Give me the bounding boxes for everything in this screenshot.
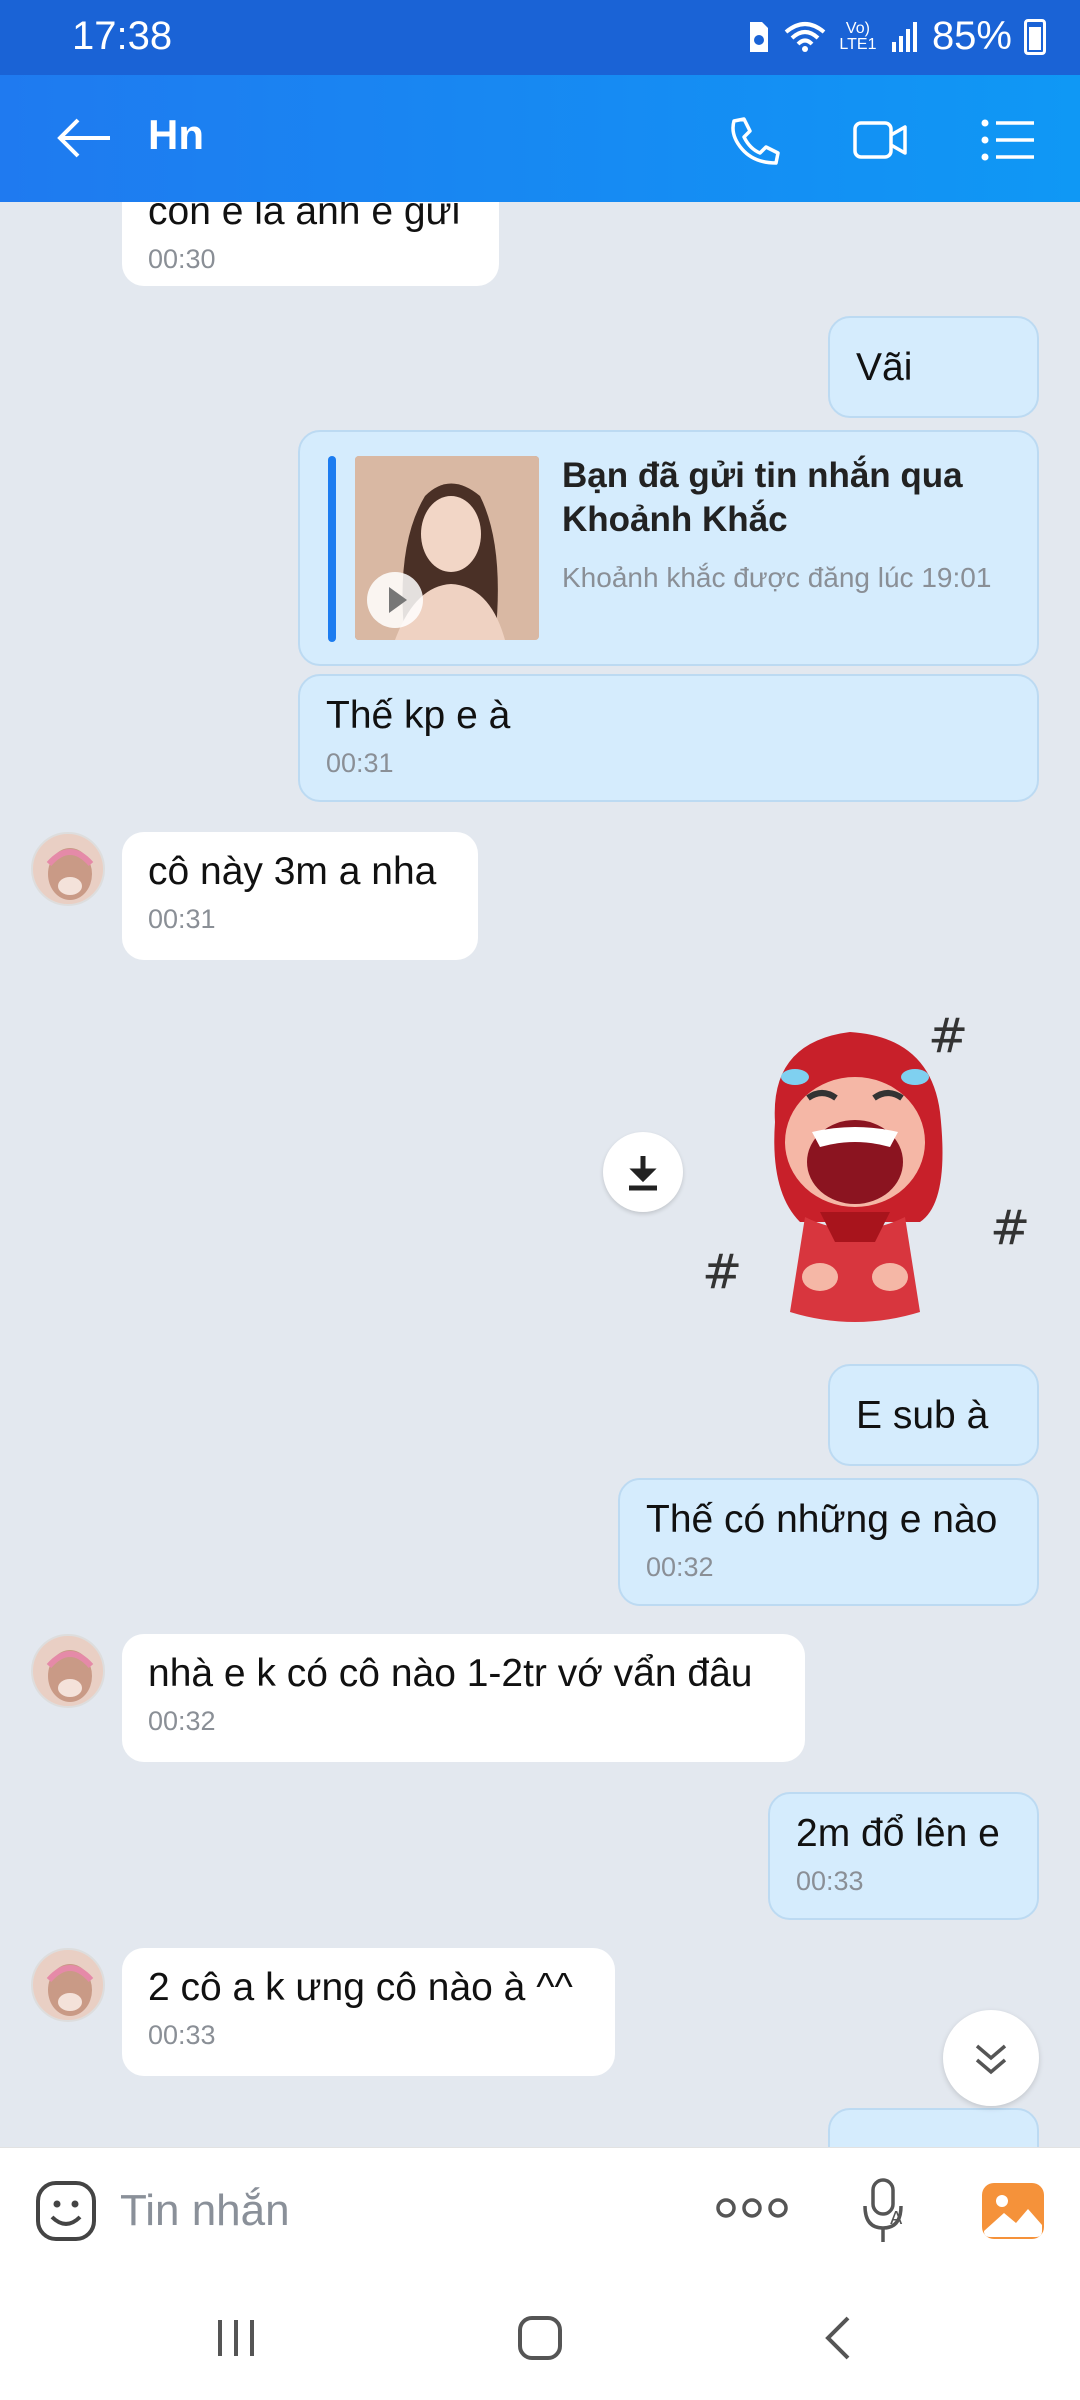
message-input[interactable]: Tin nhắn bbox=[120, 2186, 290, 2236]
system-nav-bar bbox=[0, 2272, 1080, 2400]
battery-icon bbox=[1024, 18, 1046, 55]
avatar-image bbox=[33, 834, 103, 904]
message-text: cô này 3m a nha bbox=[148, 850, 437, 893]
chat-messages[interactable]: còn e là ảnh e gửi 00:30 Vãi Bạn đã gửi … bbox=[0, 202, 1080, 2147]
moment-thumbnail[interactable] bbox=[355, 456, 539, 640]
moment-title: Bạn đã gửi tin nhắn qua Khoảnh Khắc bbox=[562, 456, 963, 539]
message-time: 00:32 bbox=[148, 1706, 216, 1736]
battery-percent: 85% bbox=[931, 14, 1012, 58]
message-time: 00:32 bbox=[646, 1552, 714, 1582]
avatar[interactable] bbox=[31, 832, 105, 906]
wifi-icon bbox=[784, 21, 826, 52]
laughing-sticker[interactable]: # # # bbox=[700, 1002, 1040, 1332]
avatar[interactable] bbox=[31, 1634, 105, 1708]
chat-header: Hn bbox=[0, 75, 1080, 202]
svg-text:#: # bbox=[928, 1008, 968, 1064]
avatar[interactable] bbox=[31, 1948, 105, 2022]
emoji-icon[interactable] bbox=[34, 2179, 98, 2243]
microphone-icon[interactable]: A bbox=[860, 2176, 910, 2246]
play-icon[interactable] bbox=[367, 572, 423, 628]
moment-message[interactable]: Bạn đã gửi tin nhắn qua Khoảnh Khắc Khoả… bbox=[298, 430, 1039, 666]
message-incoming[interactable]: nhà e k có cô nào 1-2tr vớ vẩn đâu 00:32 bbox=[122, 1634, 805, 1762]
sim-icon bbox=[749, 21, 768, 52]
message-text: Thế có những e nào bbox=[646, 1498, 998, 1541]
download-button[interactable] bbox=[603, 1132, 683, 1212]
signal-icon bbox=[891, 21, 917, 52]
video-camera-icon[interactable] bbox=[852, 115, 908, 165]
message-text: 2 cô a k ưng cô nào à ^^ bbox=[148, 1966, 573, 2009]
network-label: Vo) LTE1 bbox=[839, 19, 877, 53]
home-icon[interactable] bbox=[510, 2312, 570, 2364]
gallery-icon[interactable] bbox=[980, 2181, 1046, 2241]
message-outgoing[interactable]: 2m đổ lên e 00:33 bbox=[768, 1792, 1039, 1920]
message-outgoing-partial[interactable] bbox=[828, 2108, 1039, 2147]
message-outgoing[interactable]: Vãi bbox=[828, 316, 1039, 418]
svg-text:#: # bbox=[702, 1244, 742, 1300]
message-incoming[interactable]: 2 cô a k ưng cô nào à ^^ 00:33 bbox=[122, 1948, 615, 2076]
message-time: 00:31 bbox=[148, 904, 216, 934]
message-incoming[interactable]: cô này 3m a nha 00:31 bbox=[122, 832, 478, 960]
recent-apps-icon[interactable] bbox=[206, 2312, 266, 2364]
message-incoming[interactable]: còn e là ảnh e gửi 00:30 bbox=[122, 202, 499, 286]
message-text: E sub à bbox=[856, 1394, 989, 1437]
back-arrow-icon[interactable] bbox=[54, 113, 114, 163]
moment-subtitle: Khoảnh khắc được đăng lúc 19:01 bbox=[562, 562, 992, 593]
message-outgoing[interactable]: E sub à bbox=[828, 1364, 1039, 1466]
chevron-double-down-icon bbox=[975, 2044, 1007, 2075]
status-time: 17:38 bbox=[72, 14, 173, 58]
message-input-bar: Tin nhắn A bbox=[0, 2147, 1080, 2272]
quote-bar bbox=[328, 456, 336, 642]
message-text: còn e là ảnh e gửi bbox=[148, 202, 461, 233]
status-icons: Vo) LTE1 85% bbox=[746, 14, 1046, 59]
message-time: 00:30 bbox=[148, 244, 216, 274]
avatar-image bbox=[33, 1950, 103, 2020]
message-text: Thế kp e à bbox=[326, 694, 511, 737]
message-outgoing[interactable]: Thế có những e nào 00:32 bbox=[618, 1478, 1039, 1606]
message-text: 2m đổ lên e bbox=[796, 1812, 1000, 1855]
svg-text:A: A bbox=[890, 2208, 903, 2229]
phone-icon[interactable] bbox=[724, 115, 780, 165]
more-dots-icon[interactable] bbox=[715, 2193, 789, 2223]
message-time: 00:31 bbox=[326, 748, 394, 778]
scroll-down-button[interactable] bbox=[943, 2010, 1039, 2106]
message-outgoing[interactable]: Thế kp e à 00:31 bbox=[298, 674, 1039, 802]
download-icon bbox=[629, 1156, 657, 1191]
svg-text:#: # bbox=[990, 1200, 1030, 1256]
list-menu-icon[interactable] bbox=[980, 115, 1036, 165]
message-time: 00:33 bbox=[796, 1866, 864, 1896]
message-text: Vãi bbox=[856, 346, 913, 389]
back-nav-icon[interactable] bbox=[810, 2312, 870, 2364]
avatar-image bbox=[33, 1636, 103, 1706]
status-bar: 17:38 Vo) LTE1 85% bbox=[0, 0, 1080, 75]
message-time: 00:33 bbox=[148, 2020, 216, 2050]
message-text: nhà e k có cô nào 1-2tr vớ vẩn đâu bbox=[148, 1652, 753, 1695]
chat-title[interactable]: Hn bbox=[148, 111, 204, 159]
